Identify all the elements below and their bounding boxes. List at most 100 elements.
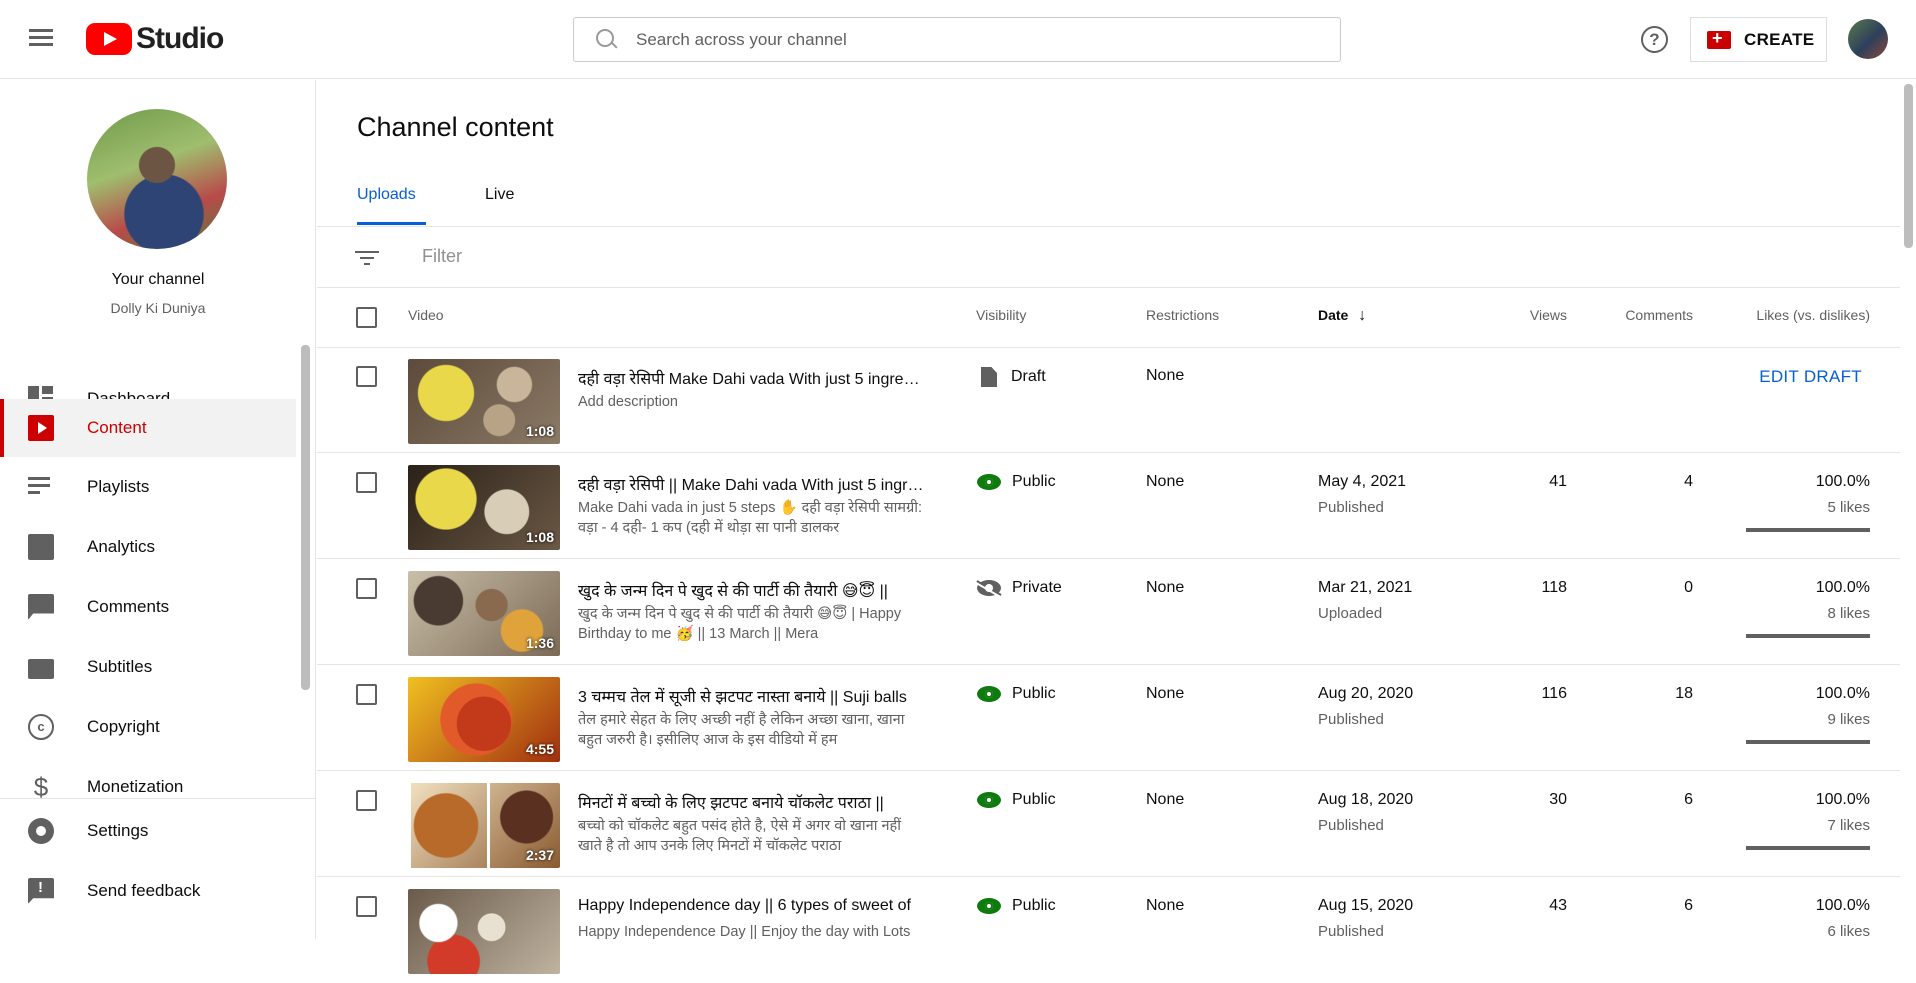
row-checkbox[interactable]	[356, 684, 377, 705]
row-checkbox[interactable]	[356, 472, 377, 493]
table-row[interactable]: 2:37 मिनटों में बच्चो के लिए झटपट बनाये …	[317, 772, 1900, 877]
comments-value: 6	[1684, 791, 1693, 808]
video-title[interactable]: दही वड़ा रेसिपी Make Dahi vada With just…	[578, 367, 928, 389]
video-thumbnail[interactable]	[408, 889, 560, 974]
video-title[interactable]: दही वड़ा रेसिपी || Make Dahi vada With j…	[578, 473, 928, 495]
page-title: Channel content	[357, 112, 554, 142]
row-checkbox[interactable]	[356, 366, 377, 387]
column-header-likes[interactable]: Likes (vs. dislikes)	[1717, 306, 1870, 324]
date-status: Published	[1318, 711, 1384, 728]
search-box[interactable]	[573, 17, 1341, 62]
date-value: May 4, 2021	[1318, 473, 1407, 490]
likes-count: 9 likes	[1827, 711, 1870, 728]
your-channel-label: Your channel	[111, 271, 205, 288]
sidebar-item-settings[interactable]: Settings	[0, 802, 296, 860]
edit-draft-button[interactable]: EDIT DRAFT	[1717, 367, 1862, 387]
video-description[interactable]: Happy Independence Day || Enjoy the day …	[578, 922, 928, 942]
visibility-label: Public	[1012, 897, 1056, 914]
visibility-status[interactable]: Public	[977, 473, 1056, 491]
video-thumbnail[interactable]: 1:36	[408, 571, 560, 656]
visibility-status[interactable]: Draft	[977, 367, 1046, 387]
subtitles-icon	[28, 658, 54, 679]
video-description[interactable]: बच्चो को चॉकलेट बहुत पसंद होते है, ऐसे म…	[578, 816, 928, 856]
date-status: Published	[1318, 923, 1384, 940]
row-checkbox[interactable]	[356, 790, 377, 811]
video-description[interactable]: Add description	[578, 392, 928, 412]
views-value: 116	[1541, 685, 1567, 702]
column-header-comments[interactable]: Comments	[1593, 306, 1693, 324]
likes-bar-fill	[1746, 528, 1870, 532]
restrictions-value: None	[1146, 367, 1185, 384]
sidebar-item-send-feedback[interactable]: Send feedback	[0, 862, 296, 920]
video-thumbnail[interactable]: 4:55	[408, 677, 560, 762]
video-description[interactable]: खुद के जन्म दिन पे खुद से की पार्टी की त…	[578, 604, 928, 644]
copyright-icon: c	[28, 714, 54, 740]
sidebar-item-label: Send feedback	[87, 881, 201, 900]
video-thumbnail[interactable]: 2:37	[408, 783, 560, 868]
video-title[interactable]: खुद के जन्म दिन पे खुद से की पार्टी की त…	[578, 579, 928, 601]
sidebar-item-subtitles[interactable]: Subtitles	[0, 638, 296, 696]
video-title[interactable]: 3 चम्मच तेल में सूजी से झटपट नास्ता बनाय…	[578, 685, 928, 707]
filter-input[interactable]: Filter	[422, 246, 462, 267]
sidebar-item-label: Monetization	[87, 777, 184, 796]
comments-value: 4	[1684, 473, 1693, 490]
sidebar-item-copyright[interactable]: c Copyright	[0, 698, 296, 756]
visibility-status[interactable]: Public	[977, 791, 1056, 809]
visibility-status[interactable]: Public	[977, 685, 1056, 703]
video-title[interactable]: Happy Independence day || 6 types of swe…	[578, 897, 928, 915]
sidebar-item-comments[interactable]: Comments	[0, 578, 296, 636]
main-scrollbar[interactable]	[1904, 84, 1913, 248]
comments-icon	[28, 594, 54, 620]
account-avatar[interactable]	[1848, 19, 1888, 59]
sidebar-item-label: Analytics	[87, 537, 156, 556]
likes-bar-fill	[1746, 740, 1870, 744]
table-row[interactable]: Happy Independence day || 6 types of swe…	[317, 878, 1900, 983]
visibility-label: Private	[1012, 579, 1062, 596]
video-description[interactable]: तेल हमारे सेहत के लिए अच्छी नहीं है लेकि…	[578, 710, 928, 750]
video-description[interactable]: Make Dahi vada in just 5 steps ✋ दही वड़…	[578, 498, 928, 538]
likes-count: 8 likes	[1827, 605, 1870, 622]
filter-icon[interactable]	[355, 249, 379, 267]
likes-percentage: 100.0%	[1815, 473, 1870, 490]
sidebar-item-playlists[interactable]: Playlists	[0, 458, 296, 516]
video-title[interactable]: मिनटों में बच्चो के लिए झटपट बनाये चॉकले…	[578, 791, 928, 813]
create-label: CREATE	[1744, 29, 1815, 49]
table-row[interactable]: 1:08 दही वड़ा रेसिपी Make Dahi vada With…	[317, 348, 1900, 453]
row-checkbox[interactable]	[356, 896, 377, 917]
column-header-visibility[interactable]: Visibility	[976, 306, 1026, 324]
video-thumbnail[interactable]: 1:08	[408, 359, 560, 444]
column-header-restrictions[interactable]: Restrictions	[1146, 306, 1219, 324]
tab-live[interactable]: Live	[485, 186, 514, 204]
video-thumbnail[interactable]: 1:08	[408, 465, 560, 550]
column-header-date[interactable]: Date ↓	[1318, 306, 1366, 324]
date-value: Aug 18, 2020	[1318, 791, 1414, 808]
create-video-icon	[1707, 28, 1731, 49]
youtube-studio-logo[interactable]: Studio	[86, 22, 224, 56]
visibility-status[interactable]: Private	[977, 579, 1062, 597]
help-icon[interactable]: ?	[1641, 26, 1668, 53]
private-eye-off-icon	[977, 580, 1001, 596]
select-all-checkbox[interactable]	[356, 307, 377, 328]
sidebar-item-content[interactable]: Content	[0, 399, 296, 457]
filter-bar: Filter	[317, 227, 1900, 288]
sidebar-scrollbar[interactable]	[301, 345, 310, 690]
channel-avatar[interactable]	[87, 109, 227, 249]
table-row[interactable]: 4:55 3 चम्मच तेल में सूजी से झटपट नास्ता…	[317, 666, 1900, 771]
table-row[interactable]: 1:08 दही वड़ा रेसिपी || Make Dahi vada W…	[317, 454, 1900, 559]
table-row[interactable]: 1:36 खुद के जन्म दिन पे खुद से की पार्टी…	[317, 560, 1900, 665]
search-input[interactable]	[636, 29, 1286, 50]
search-icon	[594, 27, 620, 53]
tab-uploads[interactable]: Uploads	[357, 186, 416, 204]
create-button[interactable]: CREATE	[1690, 17, 1827, 62]
sidebar-item-analytics[interactable]: Analytics	[0, 518, 296, 576]
visibility-status[interactable]: Public	[977, 897, 1056, 915]
monetization-icon: $	[33, 772, 49, 802]
public-eye-icon	[977, 474, 1001, 490]
active-tab-indicator	[357, 222, 426, 225]
column-header-views[interactable]: Views	[1467, 306, 1567, 324]
playlists-icon	[28, 474, 54, 500]
row-checkbox[interactable]	[356, 578, 377, 599]
draft-file-icon	[981, 367, 997, 387]
hamburger-menu-icon[interactable]	[26, 26, 56, 52]
analytics-icon	[28, 534, 54, 560]
